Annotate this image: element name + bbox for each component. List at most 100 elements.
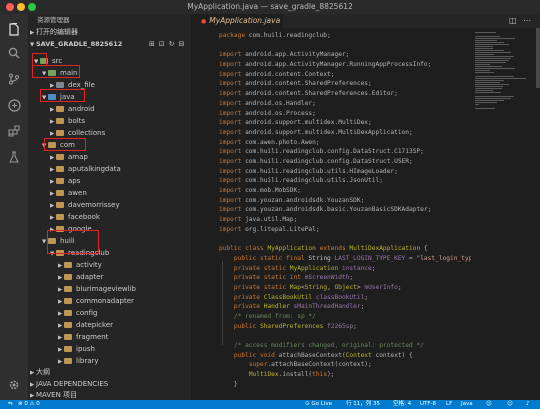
indentation-setting[interactable]: 空格: 4 — [393, 400, 411, 409]
highlight-java — [40, 89, 85, 102]
tree-item-label: aputalkingdata — [68, 165, 121, 173]
code-line: import com.huili.readingclub.config.Data… — [219, 148, 424, 156]
folder-icon — [64, 298, 72, 304]
explorer-actions[interactable]: ⊞⊡↻⊟ — [149, 38, 188, 50]
feedback-icon[interactable]: ☺ — [507, 400, 513, 409]
tree-item-fragment[interactable]: ▶ fragment — [58, 331, 108, 343]
folder-icon — [64, 334, 72, 340]
tree-item-ipush[interactable]: ▶ ipush — [58, 343, 95, 355]
tree-item-label: facebook — [68, 213, 100, 221]
code-line: import java.util.Map; — [219, 216, 298, 224]
search-icon[interactable] — [7, 46, 21, 60]
code-line: import org.litepal.LitePal; — [219, 225, 320, 233]
project-section[interactable]: ▼ SAVE_GRADLE_8825612 — [30, 38, 122, 50]
close-window-button[interactable] — [6, 3, 14, 11]
folder-icon — [56, 106, 64, 112]
code-line: import android.support.multidex.MultiDex… — [219, 128, 413, 136]
tree-item-davemorrissey[interactable]: ▶ davemorrissey — [50, 199, 120, 211]
tree-item-label: collections — [68, 129, 106, 137]
tree-item-label: adapter — [76, 273, 104, 281]
code-line: private static Map<String, Object> mUser… — [233, 283, 402, 291]
minimap-line — [475, 104, 479, 106]
tab-myapplication[interactable]: ● MyApplication.java — [191, 14, 283, 28]
minimap[interactable] — [475, 28, 537, 400]
folder-icon — [56, 82, 64, 88]
outline-section[interactable]: ▶ 大纲 — [30, 366, 50, 378]
code-area[interactable]: package com.huili.readingclub; import an… — [219, 31, 471, 400]
tree-item-activity[interactable]: ▶ activity — [58, 259, 102, 271]
more-actions-icon[interactable]: ⋯ — [523, 14, 531, 28]
tree-item-datepicker[interactable]: ▶ datepicker — [58, 319, 113, 331]
code-line: import com.huili.readingclub.config.Data… — [219, 157, 413, 165]
vertical-scrollbar[interactable] — [536, 28, 540, 88]
minimap-line — [475, 92, 501, 94]
eol-setting[interactable]: LF — [446, 400, 452, 409]
minimap-line — [475, 72, 494, 74]
code-line: MultiDex.install(this); — [248, 371, 335, 379]
code-line: import android.content.Context; — [219, 70, 335, 78]
code-line: import android.content.SharedPreferences… — [219, 80, 372, 88]
tree-item-label: library — [76, 357, 99, 365]
folder-icon — [64, 262, 72, 268]
highlight-huili-readingclub — [47, 230, 99, 254]
notifications-icon[interactable]: ♪ — [526, 400, 530, 409]
thumbs-up-icon[interactable]: ☺ — [486, 400, 492, 409]
maven-section[interactable]: ▶ MAVEN 项目 — [30, 389, 77, 400]
code-line: import android.support.multidex.MultiDex… — [219, 119, 372, 127]
code-line: /* access modifiers changed, original: p… — [233, 342, 424, 349]
status-bar: ⇋ ⊗ 0 ⚠ 0 ⊙ Go Live 行 11，列 35 空格: 4 UTF-… — [0, 400, 540, 409]
folder-icon — [64, 274, 72, 280]
code-line: import android.app.ActivityManager; — [219, 51, 350, 59]
gear-icon[interactable] — [7, 378, 21, 392]
highlight-com — [44, 138, 86, 151]
tree-item-commonadapter[interactable]: ▶ commonadapter — [58, 295, 134, 307]
code-line: import com.huili.readingclub.utils.JsonU… — [219, 177, 383, 185]
folder-icon — [64, 286, 72, 292]
tree-item-amap[interactable]: ▶ amap — [50, 151, 88, 163]
tree-item-label: amap — [68, 153, 88, 161]
tree-item-label: bolts — [68, 117, 86, 125]
source-control-icon[interactable] — [7, 72, 21, 86]
tree-item-config[interactable]: ▶ config — [58, 307, 97, 319]
language-mode[interactable]: Java — [461, 400, 473, 409]
encoding-setting[interactable]: UTF-8 — [420, 400, 436, 409]
files-icon[interactable] — [7, 22, 21, 36]
go-live-button[interactable]: ⊙ Go Live — [305, 400, 332, 409]
remote-icon[interactable]: ⇋ — [8, 400, 13, 409]
extensions-icon[interactable] — [7, 124, 21, 138]
tree-item-aps[interactable]: ▶ aps — [50, 175, 80, 187]
tree-item-awen[interactable]: ▶ awen — [50, 187, 87, 199]
tree-item-facebook[interactable]: ▶ facebook — [50, 211, 100, 223]
code-line: public void attachBaseContext(Context co… — [233, 351, 413, 359]
tree-item-label: davemorrissey — [68, 201, 120, 209]
code-line: import android.os.Process; — [219, 109, 316, 117]
code-line: import com.youzan.androidsdk.YouzanSDK; — [219, 196, 365, 204]
minimize-window-button[interactable] — [17, 3, 25, 11]
tree-item-label: fragment — [76, 333, 109, 341]
folder-icon — [56, 190, 64, 196]
code-line: package com.huili.readingclub; — [219, 32, 331, 39]
tree-item-bolts[interactable]: ▶ bolts — [50, 115, 85, 127]
window-title: MyApplication.java — save_gradle_8825612 — [187, 2, 353, 11]
folder-icon — [56, 154, 64, 160]
tree-item-aputalkingdata[interactable]: ▶ aputalkingdata — [50, 163, 121, 175]
tab-bar: ● MyApplication.java ◫ ⋯ — [191, 14, 540, 28]
debug-icon[interactable] — [7, 98, 21, 112]
test-icon[interactable] — [7, 150, 21, 164]
tree-item-label: android — [68, 105, 95, 113]
tree-item-label: activity — [76, 261, 102, 269]
code-line: public static final String LAST_LOGIN_TY… — [233, 254, 471, 262]
tree-item-blurimageviewlib[interactable]: ▶ blurimageviewlib — [58, 283, 136, 295]
open-editors-section[interactable]: ▶ 打开的编辑器 — [30, 26, 78, 38]
folder-icon — [56, 130, 64, 136]
tree-item-library[interactable]: ▶ library — [58, 355, 99, 367]
folder-icon — [64, 346, 72, 352]
tree-item-adapter[interactable]: ▶ adapter — [58, 271, 103, 283]
problems-indicator[interactable]: ⊗ 0 ⚠ 0 — [18, 400, 40, 409]
cursor-position[interactable]: 行 11，列 35 — [346, 400, 380, 409]
code-editor: ● MyApplication.java ◫ ⋯ package com.huil… — [191, 14, 540, 400]
split-editor-icon[interactable]: ◫ — [509, 14, 517, 28]
tree-item-label: blurimageviewlib — [76, 285, 136, 293]
tree-item-android[interactable]: ▶ android — [50, 103, 95, 115]
maximize-window-button[interactable] — [28, 3, 36, 11]
